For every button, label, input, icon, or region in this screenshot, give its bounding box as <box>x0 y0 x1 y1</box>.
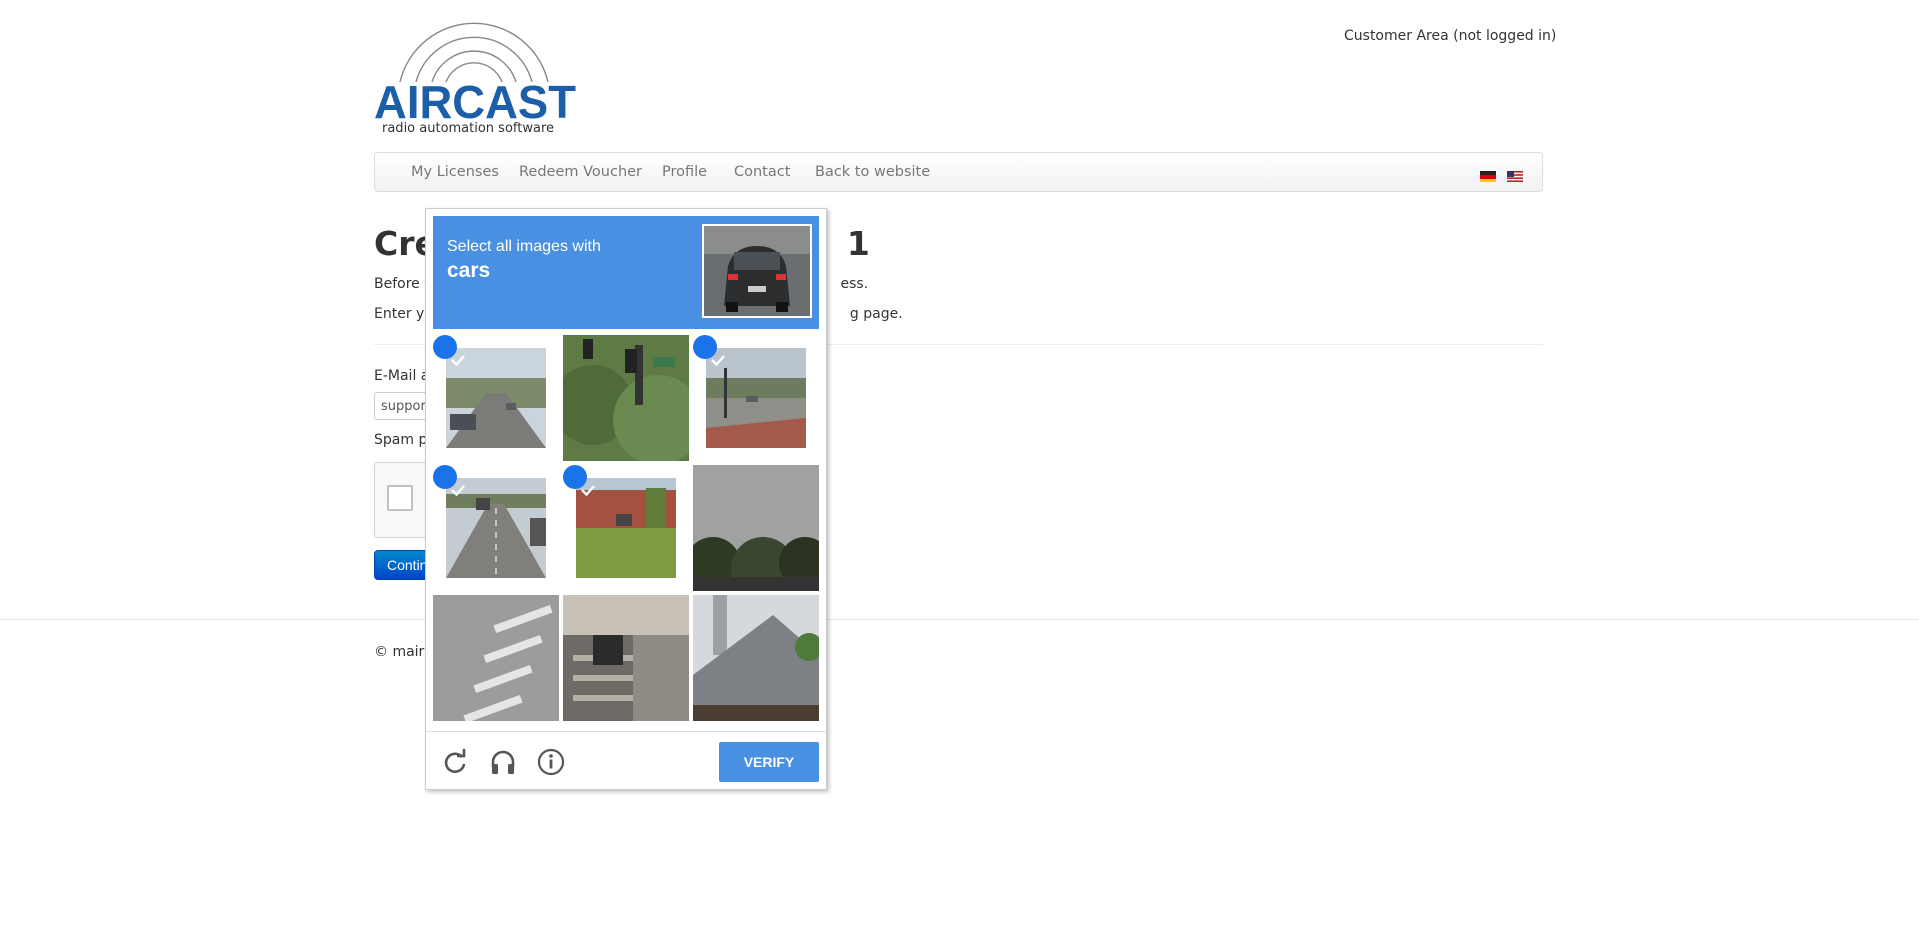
captcha-footer-divider <box>426 731 826 732</box>
spam-protection-label: Spam p <box>374 432 428 448</box>
logo-tagline: radio automation software <box>382 121 554 136</box>
captcha-tile-8[interactable] <box>563 595 689 721</box>
audio-icon[interactable] <box>488 747 518 777</box>
captcha-tile-4[interactable] <box>433 465 559 591</box>
info-icon[interactable] <box>536 747 566 777</box>
customer-area-label: Customer Area (not logged in) <box>1344 28 1557 44</box>
nav-back-to-website[interactable]: Back to website <box>815 153 930 191</box>
us-flag-icon[interactable] <box>1507 167 1523 182</box>
captcha-instruction: Select all images with <box>447 238 601 255</box>
selected-check-icon <box>563 465 595 497</box>
reload-icon[interactable] <box>440 747 470 777</box>
nav-redeem-voucher[interactable]: Redeem Voucher <box>519 153 642 191</box>
captcha-tile-9[interactable] <box>693 595 819 721</box>
nav-my-licenses[interactable]: My Licenses <box>411 153 499 191</box>
captcha-tile-7[interactable] <box>433 595 559 721</box>
captcha-tile-1[interactable] <box>433 335 559 461</box>
captcha-header: Select all images with cars <box>433 216 819 329</box>
selected-check-icon <box>433 465 465 497</box>
nav-contact[interactable]: Contact <box>734 153 790 191</box>
recaptcha-checkbox[interactable] <box>387 485 413 511</box>
selected-check-icon <box>693 335 725 367</box>
nav-profile[interactable]: Profile <box>662 153 707 191</box>
captcha-tile-2[interactable] <box>563 335 689 461</box>
aircast-logo[interactable]: AIRCAST radio automation software <box>374 14 576 136</box>
captcha-tile-6[interactable] <box>693 465 819 591</box>
captcha-tile-3[interactable] <box>693 335 819 461</box>
captcha-sample-image <box>702 224 812 318</box>
german-flag-icon[interactable] <box>1480 167 1496 182</box>
captcha-challenge-popup: Select all images with cars VERIFY <box>425 208 827 790</box>
captcha-target: cars <box>447 259 491 282</box>
email-label: E-Mail a <box>374 368 430 384</box>
captcha-tile-5[interactable] <box>563 465 689 591</box>
verify-button[interactable]: VERIFY <box>719 742 819 782</box>
footer-divider <box>0 619 1919 620</box>
main-navbar: My Licenses Redeem Voucher Profile Conta… <box>374 152 1543 192</box>
selected-check-icon <box>433 335 465 367</box>
footer-copyright: © mairl <box>374 644 429 660</box>
